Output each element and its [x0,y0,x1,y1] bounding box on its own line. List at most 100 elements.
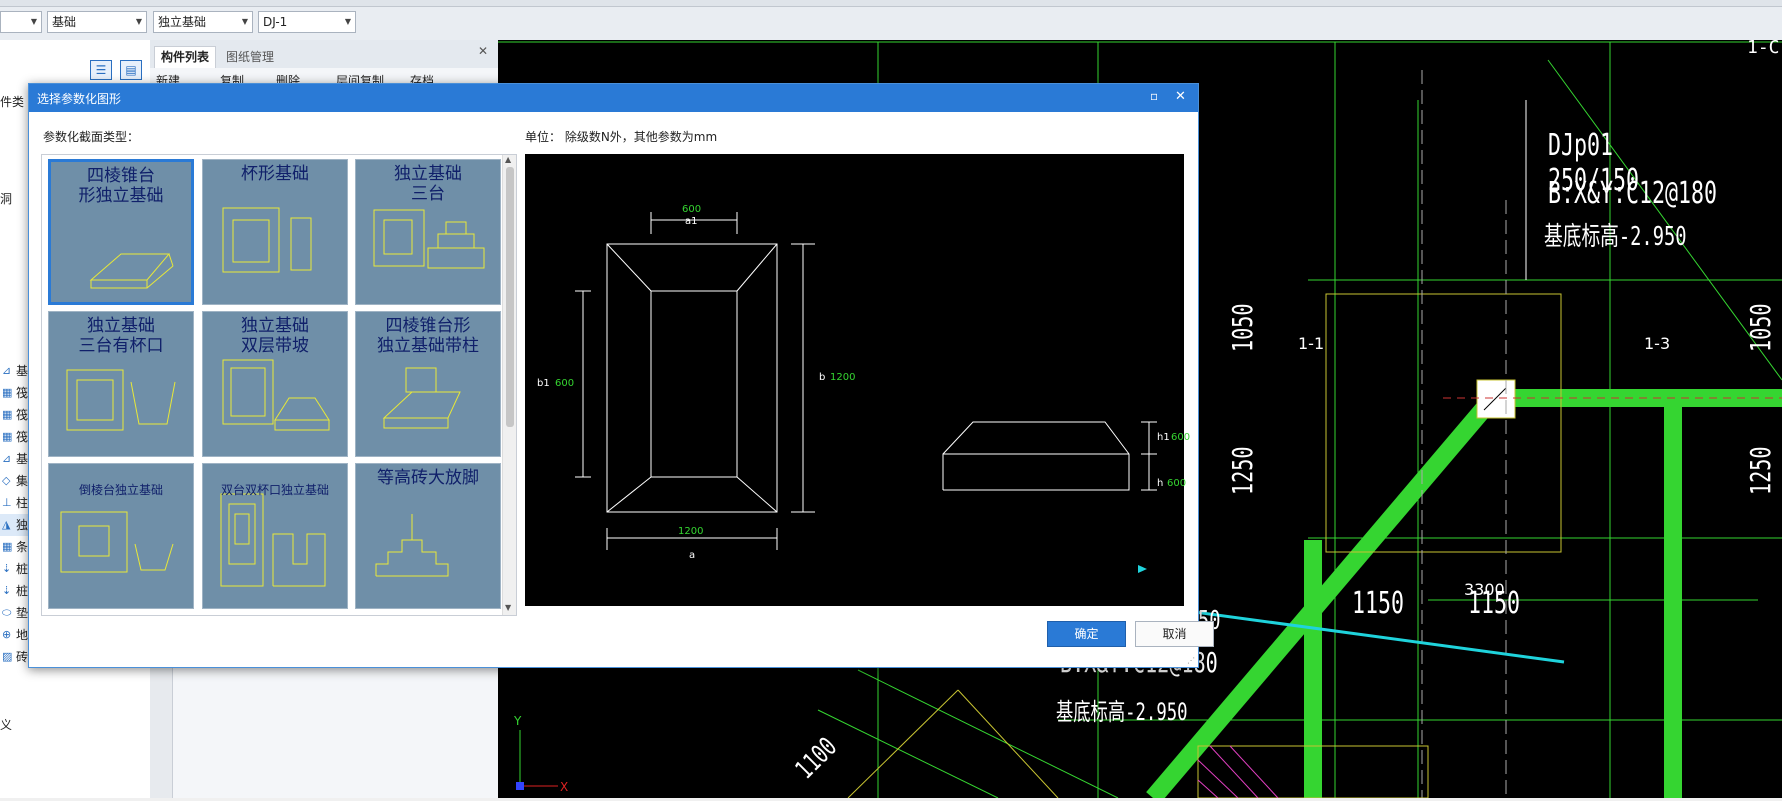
dim-value-a: 1200 [678,526,704,537]
cad-dim-1050-left: 1050 [1226,303,1259,352]
tree-item-label: 条 [16,540,29,554]
axis-label-1-3: 1-3 [1644,334,1671,353]
brick-icon: ▨ [2,650,13,663]
shape-thumbnail-title: 独立基础 双层带坡 [241,316,309,356]
scroll-up-icon[interactable]: ▲ [505,155,511,164]
shape-thumbnail[interactable]: 杯形基础 [202,159,348,305]
pile-icon: ⇣ [2,584,12,597]
combo-component[interactable]: DJ-1 ▼ [258,11,356,33]
dim-name-a1: a1 [685,216,698,227]
strip-icon: ▦ [2,540,13,553]
partial-label-2: 洞 [0,192,13,206]
tab-bar: 构件列表 图纸管理 ✕ [150,40,498,69]
column-icon: ⊥ [2,496,12,509]
shape-thumbnail[interactable]: 等高砖大放脚 [355,463,501,609]
dim-value-h1: 600 [1171,432,1191,443]
shape-thumbnail-title: 等高砖大放脚 [377,468,479,488]
ucs-x-label: X [560,780,569,794]
shape-gallery: 四棱锥台 形独立基础 杯形基础 独立基础 三台独立基础 三台有杯口 独立基础 双层带坡… [41,154,517,616]
shape-thumbnail[interactable]: 独立基础 双层带坡 [202,311,348,457]
shape-thumbnail-title: 四棱锥台 形独立基础 [78,166,164,206]
shape-thumbnail-title: 独立基础 三台 [394,164,462,204]
close-icon[interactable]: ✕ [478,44,488,58]
gallery-scrollbar[interactable]: ▲ ▼ [502,155,516,615]
scrollbar-thumb[interactable] [506,167,514,427]
dim-value-a1: 600 [682,204,702,215]
shape-preview-panel: 600 a1 b1 600 b 1200 1200 a h1 600 h 600 [525,154,1190,606]
cad-label-elevation: 基底标高-2.950 [1544,222,1687,252]
cad-dim-1050-right: 1050 [1744,303,1777,352]
dim-value-b: 1200 [830,372,856,383]
chevron-down-icon: ▼ [135,17,142,26]
chevron-down-icon: ▼ [241,17,248,26]
axis-label-1-1: 1-1 [1298,334,1325,353]
shape-thumbnail-title: 杯形基础 [241,164,309,184]
partial-bottom-label: 义 [0,718,13,732]
pile-icon: ⇣ [2,562,12,575]
collect-icon: ◇ [2,474,11,487]
combo-floor[interactable]: ▼ [0,11,42,33]
tree-item-label: 筏 [16,408,29,422]
shape-thumbnail-title: 双台双杯口独立基础 [220,483,329,497]
dim-value-h: 600 [1167,478,1187,489]
dim-name-a: a [689,550,696,561]
shape-thumbnail[interactable]: 独立基础 三台有杯口 [48,311,194,457]
tree-item-label: 筏 [16,430,29,444]
resize-grip-icon[interactable]: ⋰ [1187,656,1195,665]
tree-item-label: 桩 [16,584,29,598]
chevron-down-icon: ▼ [30,17,37,26]
maximize-icon[interactable]: ▫ [1150,89,1158,103]
select-parametric-shape-dialog: 选择参数化图形 ▫ ✕ 参数化截面类型： 单位： 除级数N外，其他参数为mm 四… [28,83,1214,668]
strip-icon: ▦ [2,386,13,399]
tree-item-label: 地 [16,628,29,642]
ok-button[interactable]: 确定 [1047,621,1126,647]
cad-label-elevation-2: 基底标高-2.950 [1056,698,1188,726]
shape-thumbnail[interactable]: 倒棱台独立基础 [48,463,194,609]
foundation-icon: ⊿ [2,364,12,377]
cad-dim-1150-left: 1150 [1352,586,1405,621]
axis-label-1c: 1-C [1747,37,1780,58]
top-toolbar: ▼ 基础 ▼ 独立基础 ▼ DJ-1 ▼ [0,0,1782,41]
foundation-icon: ⊿ [2,452,12,465]
shape-thumbnail[interactable]: 双台双杯口独立基础 [202,463,348,609]
list-view-icon[interactable]: ☰ [90,60,112,80]
close-icon[interactable]: ✕ [1175,89,1186,104]
tree-item-label: 桩 [16,562,29,576]
ribbon-edge [0,0,1782,7]
chevron-down-icon: ▼ [344,17,351,26]
dim-name-b: b [819,372,826,383]
shape-thumbnail[interactable]: 四棱锥台 形独立基础 [48,159,194,305]
strip-icon: ▦ [2,430,13,443]
combo-component-type[interactable]: 独立基础 ▼ [153,11,253,33]
tree-item-label: 独 [16,518,29,532]
strip-icon: ▦ [2,408,13,421]
tree-item-label: 柱 [16,496,29,510]
shape-thumbnail[interactable]: 独立基础 三台 [355,159,501,305]
tab-drawing-management[interactable]: 图纸管理 [220,46,280,68]
tree-item-label: 垫 [16,606,29,620]
ground-icon: ⊕ [2,628,12,641]
dialog-title-bar: 选择参数化图形 ▫ ✕ [29,84,1198,112]
tree-item-label: 集 [16,474,29,488]
shape-thumbnail-title: 四棱锥台形 独立基础带柱 [377,316,479,356]
tab-component-list[interactable]: 构件列表 [154,46,216,69]
cad-label-rebar: B:X&Y:C12@180 [1548,176,1718,211]
dim-name-b1: b1 [537,378,550,389]
combo-category[interactable]: 基础 ▼ [47,11,147,33]
dialog-title: 选择参数化图形 [37,92,122,106]
tree-view-icon[interactable]: ▤ [120,60,142,80]
unit-label: 单位： 除级数N外，其他参数为mm [525,130,718,144]
shape-thumbnail[interactable]: 四棱锥台形 独立基础带柱 [355,311,501,457]
tree-item-label: 基 [16,452,29,466]
dim-value-b1: 600 [555,378,575,389]
shape-thumbnail-title: 倒棱台独立基础 [78,483,163,497]
dim-name-h: h [1157,478,1164,489]
cad-dim-1250-right: 1250 [1744,446,1777,495]
isolated-icon: ◮ [2,518,11,531]
cancel-button[interactable]: 取消 [1135,621,1214,647]
section-type-label: 参数化截面类型： [43,130,140,144]
tree-item-label: 筏 [16,386,29,400]
partial-label: 件类 [0,95,25,109]
pad-icon: ⬭ [2,606,12,619]
scroll-down-icon[interactable]: ▼ [505,603,511,612]
